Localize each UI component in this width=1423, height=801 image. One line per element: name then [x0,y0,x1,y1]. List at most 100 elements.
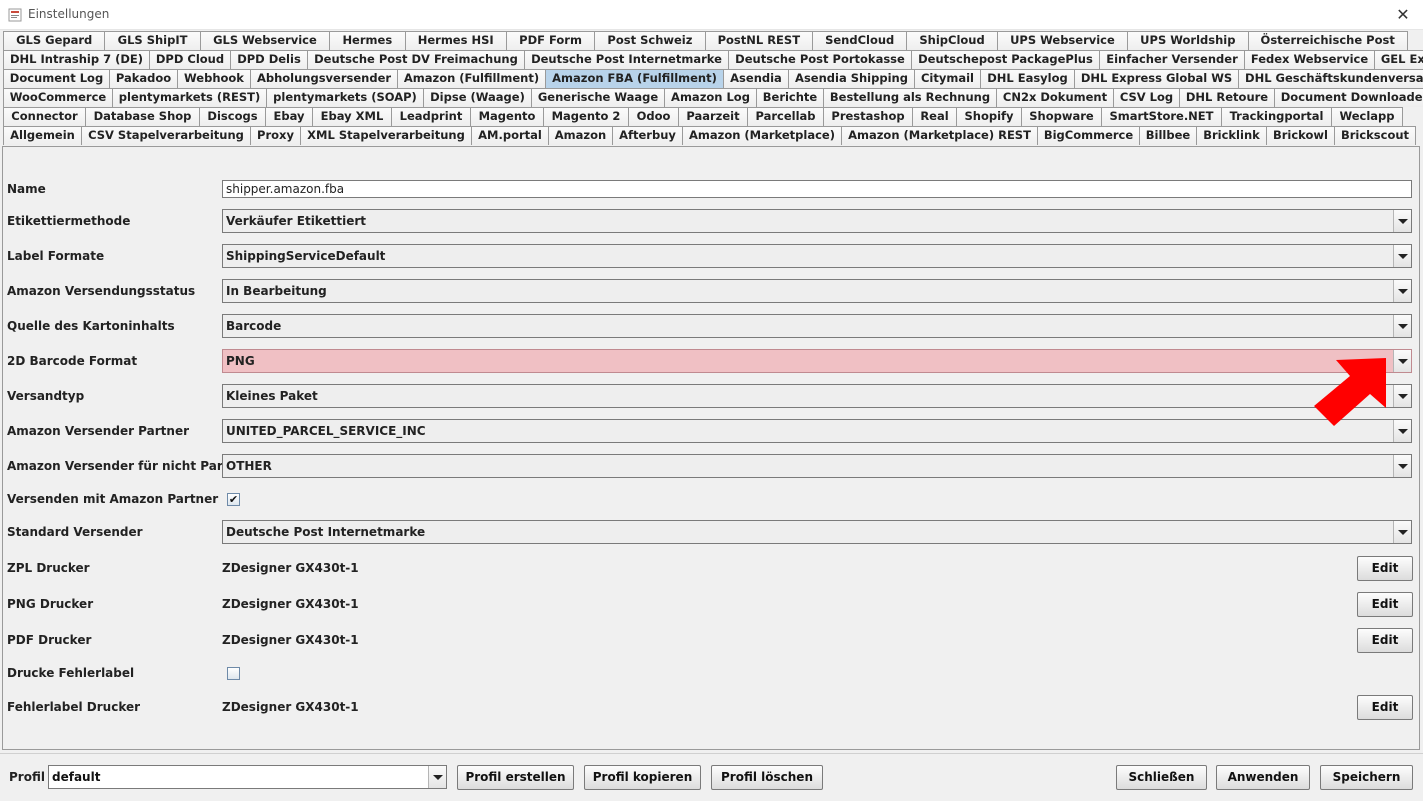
fehlerlabel-edit-button[interactable]: Edit [1357,695,1413,720]
tab-deutschepost-packageplus[interactable]: Deutschepost PackagePlus [911,50,1100,69]
tab-csv-log[interactable]: CSV Log [1113,88,1180,107]
tab-brickowl[interactable]: Brickowl [1266,126,1335,145]
tab-dhl-retoure[interactable]: DHL Retoure [1179,88,1275,107]
tab-ebay[interactable]: Ebay [265,107,313,126]
chevron-down-icon[interactable] [1393,315,1411,337]
tab-pdf-form[interactable]: PDF Form [505,31,596,50]
tab-plentymarkets-soap[interactable]: plentymarkets (SOAP) [266,88,424,107]
tab-trackingportal[interactable]: Trackingportal [1221,107,1332,126]
tab-amazon-log[interactable]: Amazon Log [664,88,757,107]
profil-kopieren-button[interactable]: Profil kopieren [584,765,701,790]
etikettiermethode-select[interactable]: Verkäufer Etikettiert [222,209,1412,233]
kartoninhalt-select[interactable]: Barcode [222,314,1412,338]
chevron-down-icon[interactable] [1393,455,1411,477]
tab-gel-express[interactable]: GEL Express [1374,50,1423,69]
tab-shopware[interactable]: Shopware [1021,107,1102,126]
tab-am-portal[interactable]: AM.portal [471,126,549,145]
schliessen-button[interactable]: Schließen [1116,765,1207,790]
tab-ebay-xml[interactable]: Ebay XML [312,107,392,126]
barcode-format-select[interactable]: PNG [222,349,1412,373]
tab-weclapp[interactable]: Weclapp [1331,107,1403,126]
pdf-edit-button[interactable]: Edit [1357,628,1413,653]
tab-proxy[interactable]: Proxy [250,126,301,145]
tab-asendia-shipping[interactable]: Asendia Shipping [788,69,915,88]
tab-pakadoo[interactable]: Pakadoo [109,69,178,88]
tab-bricklink[interactable]: Bricklink [1196,126,1267,145]
close-icon[interactable]: ✕ [1393,5,1413,25]
standard-versender-select[interactable]: Deutsche Post Internetmarke [222,520,1412,544]
tab-plentymarkets-rest[interactable]: plentymarkets (REST) [112,88,267,107]
tab-smartstore-net[interactable]: SmartStore.NET [1101,107,1222,126]
tab-magento[interactable]: Magento [470,107,544,126]
tab-dhl-express-global-ws[interactable]: DHL Express Global WS [1074,69,1239,88]
tab-shopify[interactable]: Shopify [956,107,1022,126]
versandtyp-select[interactable]: Kleines Paket [222,384,1412,408]
tab-afterbuy[interactable]: Afterbuy [612,126,683,145]
chevron-down-icon[interactable] [1393,521,1411,543]
versender-nicht-partner-select[interactable]: OTHER [222,454,1412,478]
tab-amazon-marketplace-rest[interactable]: Amazon (Marketplace) REST [841,126,1038,145]
mit-partner-checkbox[interactable]: ✔ [227,493,240,506]
tab-bestellung-als-rechnung[interactable]: Bestellung als Rechnung [823,88,997,107]
versender-partner-select[interactable]: UNITED_PARCEL_SERVICE_INC [222,419,1412,443]
tab-woocommerce[interactable]: WooCommerce [3,88,113,107]
tab-amazon-fba-fulfillment[interactable]: Amazon FBA (Fulfillment) [545,69,724,88]
tab-parcellab[interactable]: Parcellab [747,107,824,126]
tab-hermes-hsi[interactable]: Hermes HSI [404,31,507,50]
fehlerlabel-checkbox[interactable] [227,667,240,680]
tab-bigcommerce[interactable]: BigCommerce [1037,126,1140,145]
chevron-down-icon[interactable] [1393,350,1411,372]
tab-dipse-waage[interactable]: Dipse (Waage) [423,88,532,107]
zpl-edit-button[interactable]: Edit [1357,556,1413,581]
tab-gls-gepard[interactable]: GLS Gepard [3,31,106,50]
tab-magento-2[interactable]: Magento 2 [543,107,629,126]
tab-dpd-delis[interactable]: DPD Delis [230,50,308,69]
chevron-down-icon[interactable] [1393,210,1411,232]
tab-paarzeit[interactable]: Paarzeit [678,107,748,126]
tab-amazon[interactable]: Amazon [548,126,613,145]
tab-citymail[interactable]: Citymail [914,69,981,88]
tab-einfacher-versender[interactable]: Einfacher Versender [1099,50,1245,69]
tab-database-shop[interactable]: Database Shop [85,107,200,126]
tab-csv-stapelverarbeitung[interactable]: CSV Stapelverarbeitung [81,126,251,145]
tab-ups-worldship[interactable]: UPS Worldship [1127,31,1249,50]
tab-leadprint[interactable]: Leadprint [391,107,471,126]
tab-ups-webservice[interactable]: UPS Webservice [996,31,1129,50]
tab-dhl-geschäftskundenversand[interactable]: DHL Geschäftskundenversand [1238,69,1423,88]
tab-billbee[interactable]: Billbee [1139,126,1197,145]
profil-erstellen-button[interactable]: Profil erstellen [457,765,574,790]
tab-postnl-rest[interactable]: PostNL REST [704,31,813,50]
tab-gls-shipit[interactable]: GLS ShipIT [104,31,201,50]
profil-loeschen-button[interactable]: Profil löschen [711,765,823,790]
tab-odoo[interactable]: Odoo [628,107,679,126]
png-edit-button[interactable]: Edit [1357,592,1413,617]
tab-generische-waage[interactable]: Generische Waage [531,88,665,107]
tab-allgemein[interactable]: Allgemein [3,126,82,145]
tab-österreichische-post[interactable]: Österreichische Post [1247,31,1408,50]
chevron-down-icon[interactable] [428,766,446,788]
tab-shipcloud[interactable]: ShipCloud [906,31,998,50]
tab-berichte[interactable]: Berichte [756,88,824,107]
tab-amazon-marketplace[interactable]: Amazon (Marketplace) [682,126,842,145]
tab-sendcloud[interactable]: SendCloud [812,31,908,50]
tab-cn2x-dokument[interactable]: CN2x Dokument [996,88,1114,107]
tab-fedex-webservice[interactable]: Fedex Webservice [1244,50,1375,69]
tab-hermes[interactable]: Hermes [329,31,406,50]
tab-dhl-intraship-7-de[interactable]: DHL Intraship 7 (DE) [3,50,150,69]
anwenden-button[interactable]: Anwenden [1216,765,1310,790]
versendungsstatus-select[interactable]: In Bearbeitung [222,279,1412,303]
tab-prestashop[interactable]: Prestashop [823,107,913,126]
chevron-down-icon[interactable] [1393,420,1411,442]
tab-deutsche-post-dv-freimachung[interactable]: Deutsche Post DV Freimachung [307,50,525,69]
chevron-down-icon[interactable] [1393,280,1411,302]
profil-select[interactable]: default [48,765,447,789]
tab-asendia[interactable]: Asendia [723,69,789,88]
tab-deutsche-post-portokasse[interactable]: Deutsche Post Portokasse [728,50,912,69]
tab-webhook[interactable]: Webhook [177,69,251,88]
tab-post-schweiz[interactable]: Post Schweiz [594,31,706,50]
speichern-button[interactable]: Speichern [1320,765,1413,790]
chevron-down-icon[interactable] [1393,245,1411,267]
tab-connector[interactable]: Connector [3,107,86,126]
tab-discogs[interactable]: Discogs [199,107,266,126]
name-input[interactable]: shipper.amazon.fba [222,180,1412,198]
